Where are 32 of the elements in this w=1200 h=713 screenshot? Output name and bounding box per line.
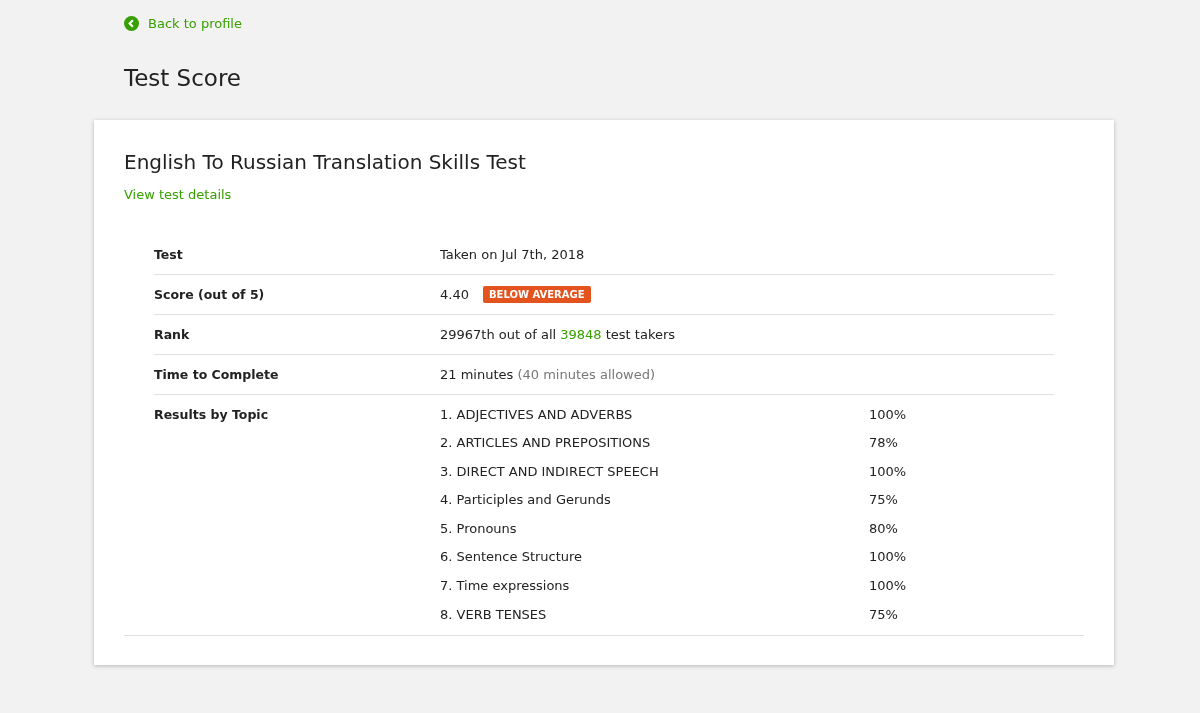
status-badge: BELOW AVERAGE [482, 285, 591, 303]
topic-percent: 100% [869, 548, 908, 566]
topic-name: 7. Time expressions [440, 577, 571, 595]
topic-name: 3. DIRECT AND INDIRECT SPEECH [440, 462, 660, 480]
row-label: Score (out of 5) [154, 285, 266, 303]
row-label: Rank [154, 325, 191, 343]
topic-percent: 78% [869, 434, 899, 452]
back-icon [124, 15, 139, 31]
page-title: Test Score [124, 64, 243, 91]
topic-percent: 75% [869, 491, 899, 509]
topic-name: 2. ARTICLES AND PREPOSITIONS [440, 434, 652, 452]
back-link-text[interactable]: Back to profile [148, 15, 242, 31]
topic-name: 1. ADJECTIVES AND ADVERBS [440, 405, 634, 423]
test-title: English To Russian Translation Skills Test [124, 149, 527, 174]
score-value: 4.40 [440, 285, 469, 303]
topic-name: 5. Pronouns [440, 519, 518, 537]
back-link[interactable]: Back to profile [124, 12, 242, 34]
topic-percent: 80% [869, 519, 899, 537]
row-value: Taken on Jul 7th, 2018 [440, 245, 586, 263]
row-label: Test [154, 245, 184, 263]
row-label: Results by Topic [154, 405, 270, 423]
topic-percent: 100% [869, 577, 908, 595]
time-value: 21 minutes (40 minutes allowed) [440, 365, 657, 383]
topic-name: 8. VERB TENSES [440, 605, 548, 623]
topic-percent: 75% [869, 605, 899, 623]
topic-percent: 100% [869, 462, 908, 480]
topic-percent: 100% [869, 405, 908, 423]
row-label: Time to Complete [154, 365, 280, 383]
topic-name: 4. Participles and Gerunds [440, 491, 612, 509]
topic-name: 6. Sentence Structure [440, 548, 584, 566]
view-details-link[interactable]: View test details [124, 186, 232, 202]
rank-value: 29967th out of all 39848 test takers [440, 325, 677, 343]
